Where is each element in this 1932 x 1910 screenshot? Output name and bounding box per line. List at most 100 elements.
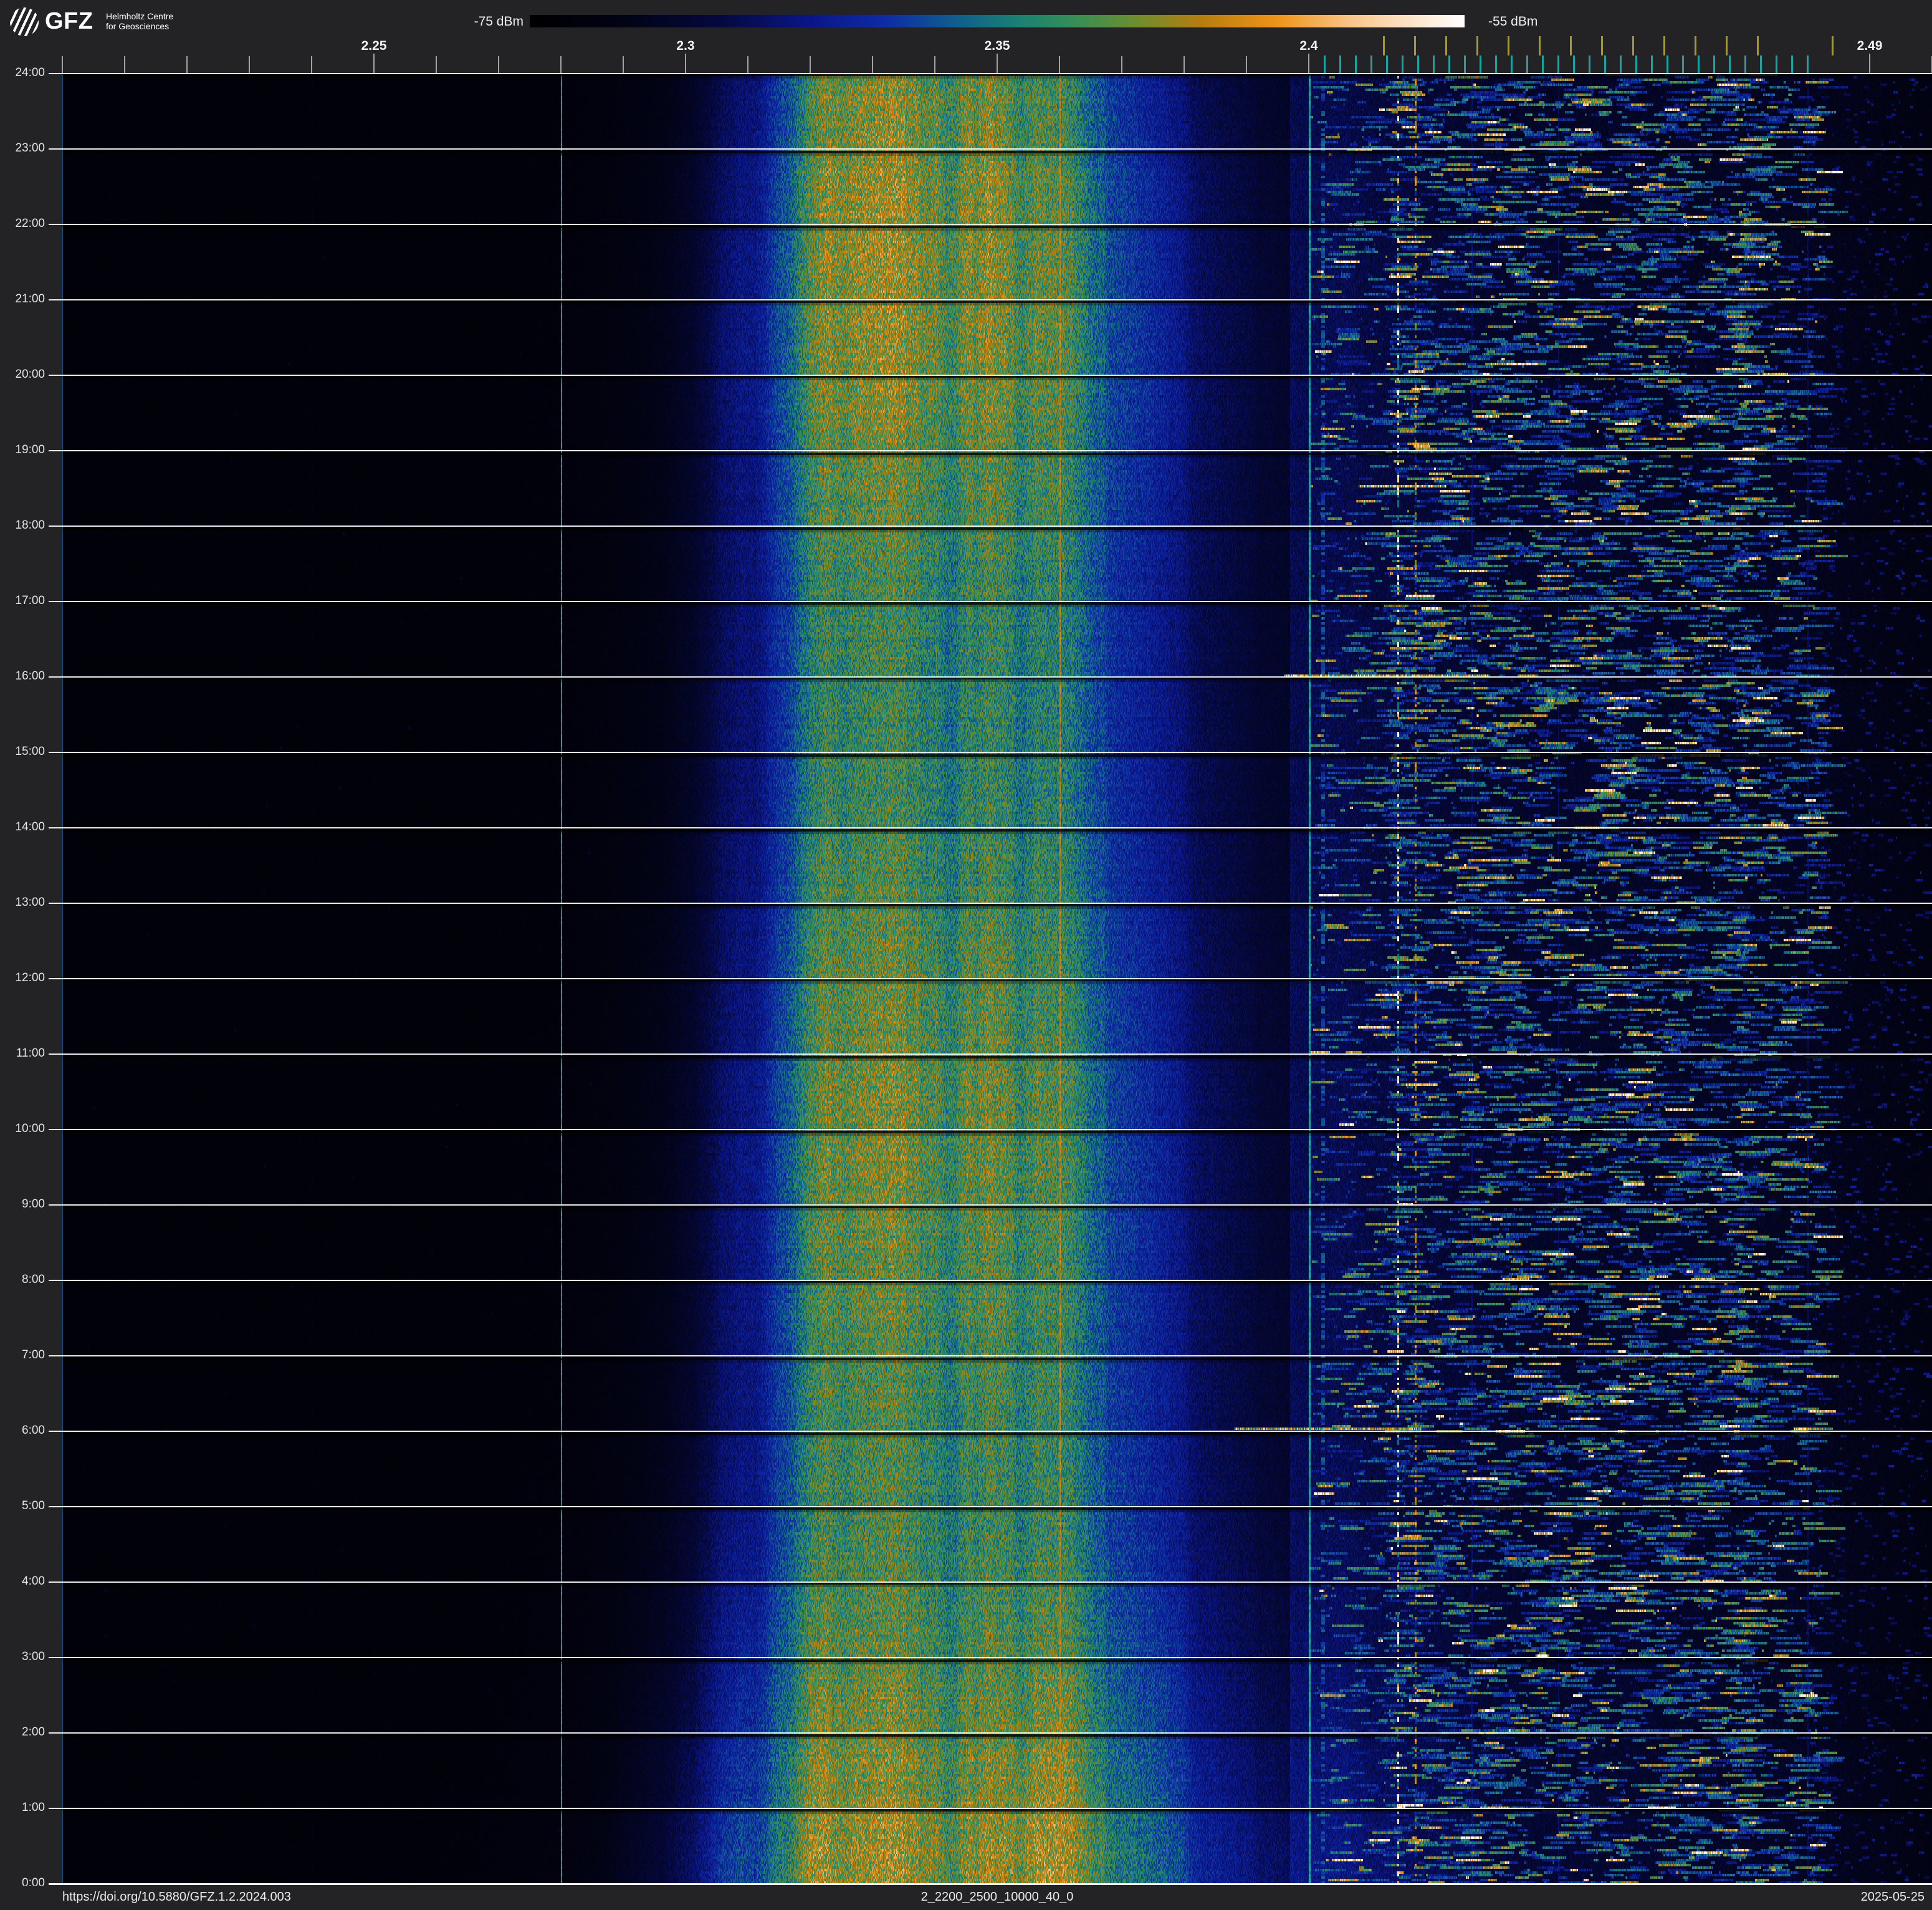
hour-gridline — [49, 676, 1932, 678]
ble-channel-tick — [1433, 55, 1435, 73]
freq-tick — [1121, 56, 1122, 74]
freq-tick — [436, 56, 437, 74]
freq-tick-label: 2.25 — [361, 39, 387, 53]
ble-channel-tick — [1464, 55, 1466, 73]
ble-channel-tick — [1339, 55, 1341, 73]
freq-tick — [560, 56, 562, 74]
hour-gridline — [49, 1355, 1932, 1356]
ble-channel-tick — [1729, 55, 1731, 73]
freq-tick-label: 2.35 — [984, 39, 1010, 53]
time-label: 24:00 — [15, 66, 45, 79]
ble-channel-tick — [1448, 55, 1450, 73]
hour-gridline — [49, 73, 1932, 74]
colorbar-min-label: -75 dBm — [474, 14, 524, 29]
freq-tick — [124, 56, 125, 74]
time-label: 14:00 — [15, 820, 45, 833]
ble-channel-tick — [1417, 55, 1419, 73]
hour-gridline — [49, 827, 1932, 828]
colorbar-max-label: -55 dBm — [1488, 14, 1538, 29]
ble-channel-tick — [1760, 55, 1762, 73]
time-label: 10:00 — [15, 1122, 45, 1135]
time-label: 17:00 — [15, 594, 45, 607]
time-label: 7:00 — [22, 1348, 45, 1361]
hour-gridline — [49, 752, 1932, 753]
wifi-channel-tick — [1539, 36, 1541, 55]
hour-gridline — [49, 1657, 1932, 1658]
wifi-channel-tick — [1726, 36, 1728, 55]
freq-tick — [685, 54, 686, 74]
time-label: 21:00 — [15, 292, 45, 305]
ble-channel-tick — [1370, 55, 1372, 73]
freq-tick — [997, 54, 998, 74]
time-label: 18:00 — [15, 519, 45, 532]
hour-gridline — [49, 375, 1932, 376]
freq-tick — [1869, 54, 1870, 74]
freq-tick — [747, 56, 748, 74]
ble-channel-tick — [1744, 55, 1746, 73]
ble-channel-tick — [1698, 55, 1700, 73]
ble-channel-tick — [1495, 55, 1497, 73]
logo-subtitle: Helmholtz Centre for Geosciences — [106, 11, 173, 31]
freq-tick — [311, 56, 312, 74]
logo-subtitle-line2: for Geosciences — [106, 21, 170, 31]
ble-channel-tick — [1557, 55, 1559, 73]
hour-gridline — [49, 1506, 1932, 1507]
wifi-channel-tick — [1695, 36, 1696, 55]
ble-channel-tick — [1402, 55, 1404, 73]
ble-channel-tick — [1511, 55, 1513, 73]
time-label: 5:00 — [22, 1499, 45, 1512]
footer-bar: https://doi.org/10.5880/GFZ.1.2.2024.003… — [0, 1886, 1932, 1910]
ble-channel-tick — [1526, 55, 1528, 73]
ble-channel-tick — [1635, 55, 1637, 73]
ble-channel-tick — [1573, 55, 1575, 73]
wifi-channel-tick — [1445, 36, 1447, 55]
freq-tick — [872, 56, 873, 74]
ble-channel-tick — [1667, 55, 1668, 73]
hour-gridline — [49, 1129, 1932, 1130]
hour-gridline — [49, 1204, 1932, 1206]
hour-gridline — [49, 601, 1932, 602]
freq-tick-label: 2.49 — [1857, 39, 1883, 53]
freq-tick — [249, 56, 250, 74]
time-label: 22:00 — [15, 217, 45, 230]
time-label: 2:00 — [22, 1725, 45, 1739]
ble-channel-tick — [1604, 55, 1606, 73]
freq-tick — [1059, 56, 1060, 74]
hour-gridline — [49, 1280, 1932, 1281]
freq-tick — [1246, 56, 1247, 74]
wifi-channel-tick — [1383, 36, 1385, 55]
wifi-channel-tick — [1508, 36, 1509, 55]
ble-channel-tick — [1480, 55, 1481, 73]
date-label: 2025-05-25 — [1860, 1890, 1925, 1904]
wifi-channel-tick — [1601, 36, 1603, 55]
freq-tick-label: 2.4 — [1299, 39, 1318, 53]
time-label: 3:00 — [22, 1650, 45, 1663]
time-label: 8:00 — [22, 1273, 45, 1286]
freq-tick-label: 2.3 — [676, 39, 695, 53]
wifi-channel-tick — [1570, 36, 1572, 55]
ble-channel-tick — [1807, 55, 1809, 73]
hour-gridline — [49, 1053, 1932, 1055]
ble-channel-tick — [1324, 55, 1326, 73]
freq-tick — [186, 56, 188, 74]
time-label: 6:00 — [22, 1424, 45, 1437]
time-label: 16:00 — [15, 669, 45, 683]
colorbar-gradient — [530, 15, 1465, 27]
hour-gridline — [49, 1732, 1932, 1734]
freq-tick — [1308, 54, 1309, 74]
time-label: 4:00 — [22, 1575, 45, 1588]
time-label: 1:00 — [22, 1801, 45, 1814]
time-label: 9:00 — [22, 1197, 45, 1211]
hour-gridline — [49, 903, 1932, 904]
hour-gridline — [49, 1883, 1932, 1885]
ble-channel-tick — [1791, 55, 1793, 73]
freq-tick — [623, 56, 624, 74]
wifi-channel-tick — [1414, 36, 1416, 55]
freq-tick — [62, 56, 63, 74]
ble-channel-tick — [1651, 55, 1653, 73]
gfz-logo-icon — [10, 7, 39, 36]
freq-tick — [498, 56, 499, 74]
freq-tick — [373, 54, 375, 74]
freq-tick — [810, 56, 811, 74]
ble-channel-tick — [1542, 55, 1544, 73]
